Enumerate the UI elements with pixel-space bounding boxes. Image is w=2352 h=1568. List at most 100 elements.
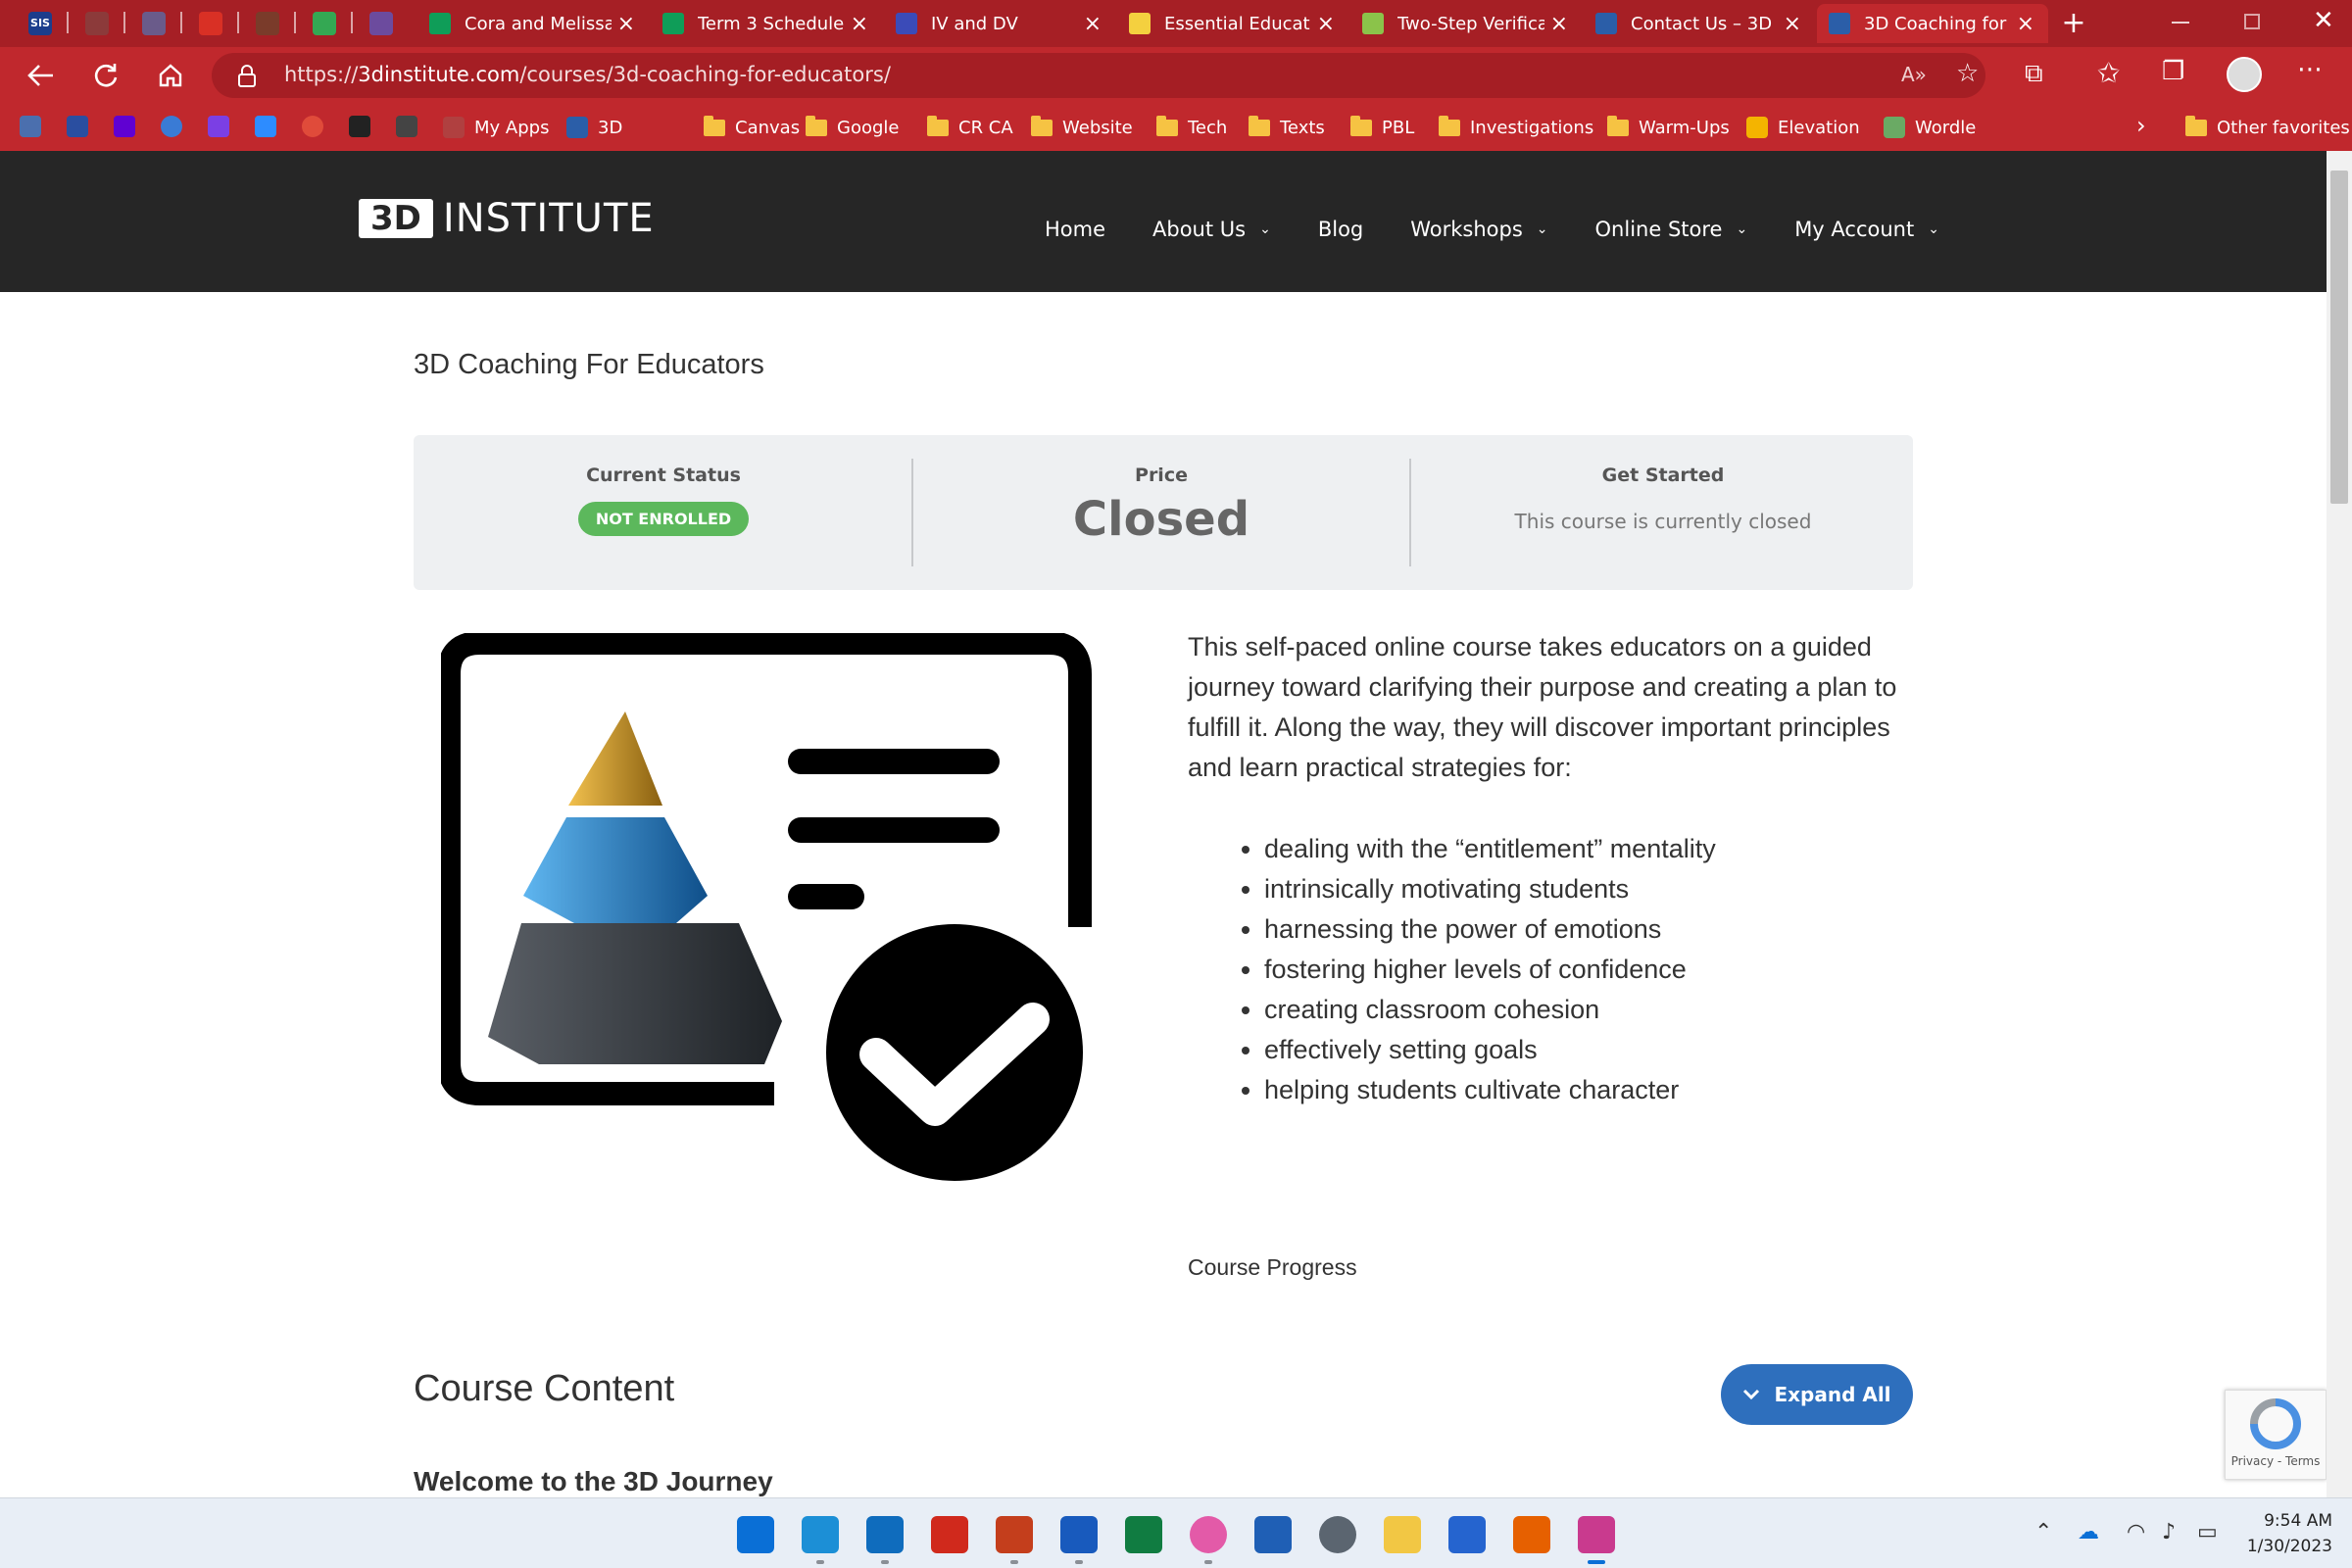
tab-separator (123, 12, 125, 33)
favorites-folder[interactable]: Warm-Ups (1607, 114, 1730, 141)
wifi-icon[interactable]: ◠ (2127, 1520, 2145, 1544)
nav-home[interactable]: Home (1045, 218, 1105, 241)
favorites-folder[interactable]: Website (1031, 114, 1133, 141)
extensions-icon[interactable]: ⧉ (2025, 59, 2043, 89)
close-tab-icon[interactable]: × (1084, 12, 1102, 36)
fav-icon-7[interactable] (302, 116, 323, 137)
onedrive-icon[interactable]: ☁ (2078, 1520, 2099, 1544)
nav-blog[interactable]: Blog (1318, 218, 1363, 241)
close-tab-icon[interactable]: × (2017, 12, 2034, 36)
list-item: helping students cultivate character (1264, 1070, 1716, 1110)
address-bar[interactable]: https://3dinstitute.com/courses/3d-coach… (212, 53, 1985, 98)
browser-tab[interactable]: Cora and Melissa × (417, 4, 649, 43)
more-menu-icon[interactable]: ⋯ (2297, 55, 2323, 84)
store-icon[interactable] (1254, 1516, 1292, 1553)
favorites-icon[interactable]: ✩ (2097, 57, 2120, 89)
fav-icon-9[interactable] (396, 116, 417, 137)
pin-tab-4[interactable] (182, 6, 239, 41)
start-icon[interactable] (737, 1516, 774, 1553)
pin-tab-2[interactable] (69, 6, 125, 41)
excel-icon[interactable] (1125, 1516, 1162, 1553)
nav-online-store[interactable]: Online Store ⌄ (1595, 218, 1748, 241)
favorites-folder[interactable]: Tech (1156, 114, 1227, 141)
yahoo-icon[interactable] (114, 116, 135, 137)
favorites-link[interactable]: My Apps (443, 114, 549, 141)
back-button[interactable] (22, 57, 61, 94)
favorites-folder[interactable]: Investigations (1439, 114, 1593, 141)
browser-tab[interactable]: 3D Coaching for E × (1817, 4, 2048, 43)
sis-tab[interactable]: SIS (12, 6, 69, 41)
browser-tab[interactable]: Essential Educatio × (1117, 4, 1348, 43)
nav-my-account[interactable]: My Account ⌄ (1794, 218, 1939, 241)
firefox-icon[interactable] (1513, 1516, 1550, 1553)
outlook-icon[interactable] (866, 1516, 904, 1553)
close-tab-icon[interactable]: × (1784, 12, 1801, 36)
profile-avatar[interactable] (2227, 57, 2262, 92)
url-text[interactable]: https://3dinstitute.com/courses/3d-coach… (284, 63, 891, 86)
browser-tab[interactable]: IV and DV × (884, 4, 1115, 43)
close-tab-icon[interactable]: × (617, 12, 635, 36)
home-icon (159, 64, 182, 87)
tray-overflow-icon[interactable]: ⌃ (2034, 1520, 2052, 1544)
pin-tab-3[interactable] (125, 6, 182, 41)
read-aloud-icon[interactable]: A» (1901, 63, 1927, 86)
favorites-folder[interactable]: Canvas (704, 114, 800, 141)
todo-icon[interactable] (1448, 1516, 1486, 1553)
refresh-button[interactable] (86, 57, 125, 94)
favorites-link[interactable]: Wordle (1884, 114, 1976, 141)
close-tab-icon[interactable]: × (851, 12, 868, 36)
home-button[interactable] (151, 57, 190, 94)
favorites-folder[interactable]: Google (806, 114, 899, 141)
favorites-link[interactable]: Elevation (1746, 114, 1860, 141)
running-indicator (816, 1560, 824, 1564)
browser-tab[interactable]: Term 3 Schedule × (651, 4, 882, 43)
site-logo[interactable]: 3D INSTITUTE (359, 196, 655, 241)
word-icon[interactable] (1060, 1516, 1098, 1553)
other-favorites[interactable]: Other favorites (2185, 114, 2350, 141)
explorer-icon[interactable] (1384, 1516, 1421, 1553)
collections-icon[interactable]: ❐ (2162, 57, 2184, 86)
restore-button[interactable] (2244, 14, 2260, 29)
scrollbar-thumb[interactable] (2330, 171, 2348, 504)
fav-icon-5[interactable] (208, 116, 229, 137)
close-window-button[interactable]: ✕ (2313, 6, 2334, 35)
fav-icon-4[interactable] (161, 116, 182, 137)
page-scrollbar[interactable] (2327, 151, 2352, 1497)
fav-icon-2[interactable] (67, 116, 88, 137)
browser-tab[interactable]: Two-Step Verificat × (1350, 4, 1582, 43)
favorites-folder[interactable]: PBL (1350, 114, 1414, 141)
close-tab-icon[interactable]: × (1550, 12, 1568, 36)
pin-tab-7[interactable] (353, 6, 410, 41)
minimize-button[interactable] (2172, 22, 2189, 24)
chevron-down-icon: ⌄ (1536, 221, 1548, 237)
browser-tab[interactable]: Contact Us – 3D I × (1584, 4, 1815, 43)
favorites-folder[interactable]: CR CA (927, 114, 1013, 141)
nav-label: Blog (1317, 218, 1364, 241)
edge-icon[interactable] (802, 1516, 839, 1553)
itunes-icon[interactable] (1190, 1516, 1227, 1553)
battery-icon[interactable]: ▭ (2197, 1520, 2218, 1544)
favorites-overflow-icon[interactable]: › (2136, 112, 2146, 139)
nav-workshops[interactable]: Workshops ⌄ (1410, 218, 1547, 241)
acrobat-icon[interactable] (931, 1516, 968, 1553)
add-favorite-icon[interactable]: ☆ (1956, 59, 1979, 88)
lock-icon[interactable] (237, 65, 257, 88)
fav-icon-8[interactable] (349, 116, 370, 137)
settings-icon[interactable] (1319, 1516, 1356, 1553)
close-tab-icon[interactable]: × (1317, 12, 1335, 36)
favorites-folder[interactable]: Texts (1249, 114, 1325, 141)
new-tab-button[interactable]: + (2054, 4, 2093, 43)
section-title[interactable]: Welcome to the 3D Journey (414, 1466, 773, 1497)
pin-tab-5[interactable] (239, 6, 296, 41)
favorites-link[interactable]: 3D (566, 114, 622, 141)
expand-all-button[interactable]: Expand All (1721, 1364, 1913, 1425)
snipping-icon[interactable] (1578, 1516, 1615, 1553)
system-clock[interactable]: 9:54 AM 1/30/2023 (2238, 1508, 2332, 1559)
zoom-icon[interactable] (255, 116, 276, 137)
drive-tab[interactable] (296, 6, 353, 41)
recaptcha-badge[interactable]: Privacy - Terms (2225, 1390, 2327, 1480)
volume-icon[interactable]: ♪ (2162, 1520, 2176, 1544)
fav-icon-1[interactable] (20, 116, 41, 137)
nav-about-us[interactable]: About Us ⌄ (1152, 218, 1271, 241)
powerpoint-icon[interactable] (996, 1516, 1033, 1553)
